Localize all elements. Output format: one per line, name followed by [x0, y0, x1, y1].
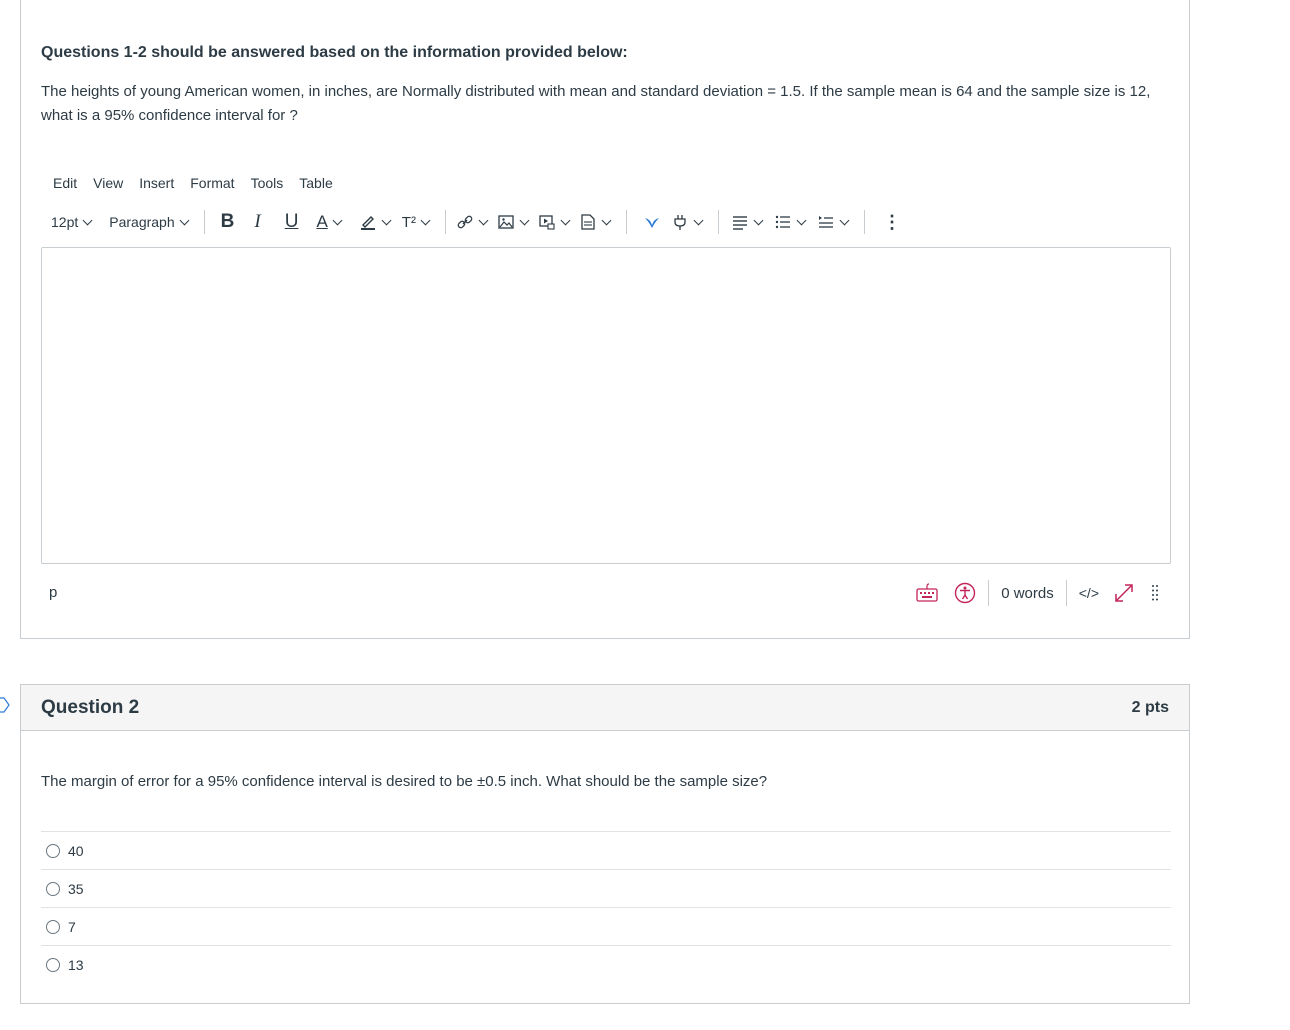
align-button[interactable]: [731, 213, 768, 231]
text-color-button[interactable]: A: [316, 212, 346, 232]
toolbar-divider: [863, 210, 865, 234]
toolbar-divider: [625, 210, 627, 234]
answer-label[interactable]: 35: [68, 881, 84, 897]
expand-icon: [1115, 584, 1133, 602]
statusbar-divider: [988, 580, 990, 606]
fullscreen-button[interactable]: [1113, 582, 1135, 604]
question-intro: Questions 1-2 should be answered based o…: [41, 44, 628, 61]
chevron-down-icon: [753, 215, 764, 225]
answer-list: 40 35 7 13: [41, 831, 1171, 983]
bullet-list-icon: [775, 215, 790, 229]
block-format-select[interactable]: Paragraph: [109, 214, 193, 230]
menu-view[interactable]: View: [93, 175, 123, 191]
editor-toolbar: 12pt Paragraph B I U A T² ⋮: [51, 208, 901, 236]
chevron-down-icon: [420, 215, 431, 225]
menu-format[interactable]: Format: [190, 175, 234, 191]
radio-button[interactable]: [46, 843, 60, 858]
question-header: Question 2 2 pts: [21, 685, 1189, 731]
chevron-down-icon: [82, 215, 93, 225]
menu-tools[interactable]: Tools: [251, 175, 284, 191]
radio-button[interactable]: [46, 919, 60, 934]
chevron-down-icon: [601, 215, 612, 225]
html-editor-toggle[interactable]: </>: [1079, 585, 1099, 601]
toolbar-divider: [717, 210, 719, 234]
document-icon: [581, 214, 595, 230]
statusbar-divider: [1065, 580, 1067, 606]
chevron-down-icon: [839, 215, 850, 225]
image-icon: [498, 215, 514, 229]
chevron-down-icon: [381, 215, 392, 225]
chevron-down-icon: [478, 215, 489, 225]
chevron-down-icon: [332, 215, 343, 225]
menu-edit[interactable]: Edit: [53, 175, 77, 191]
highlighter-icon: [360, 216, 375, 230]
plug-icon: [674, 215, 686, 230]
answer-option[interactable]: 35: [41, 869, 1171, 907]
radio-button[interactable]: [46, 957, 60, 972]
answer-label[interactable]: 13: [68, 957, 84, 973]
text-color-icon: A: [316, 212, 328, 231]
resize-handle[interactable]: [1151, 583, 1159, 603]
bird-icon: [644, 218, 659, 228]
drag-handle-icon: [1152, 585, 1158, 601]
toolbar-divider: [203, 210, 205, 234]
bullet-list-button[interactable]: [774, 213, 811, 231]
question-text: The heights of young American women, in …: [41, 83, 1151, 124]
question-2-card: Question 2 2 pts The margin of error for…: [20, 684, 1190, 1004]
accessibility-icon: [955, 582, 976, 604]
align-icon: [732, 216, 747, 230]
keyboard-shortcuts-button[interactable]: [916, 583, 938, 603]
chevron-down-icon: [519, 215, 530, 225]
plugin-button[interactable]: [671, 213, 708, 231]
word-count[interactable]: 0 words: [1001, 585, 1054, 602]
document-button[interactable]: [579, 213, 616, 231]
menu-table[interactable]: Table: [299, 175, 332, 191]
link-button[interactable]: [456, 213, 493, 231]
underline-icon: U: [284, 211, 299, 232]
answer-label[interactable]: 40: [68, 843, 84, 859]
rich-text-editor-area[interactable]: [41, 247, 1171, 564]
apps-button[interactable]: [643, 213, 661, 231]
superscript-icon: T²: [401, 213, 416, 231]
editor-statusbar: 0 words </>: [916, 579, 1159, 607]
menu-insert[interactable]: Insert: [139, 175, 174, 191]
italic-icon: I: [254, 211, 261, 232]
media-icon: [539, 215, 555, 230]
chevron-down-icon: [560, 215, 571, 225]
current-question-marker-icon: [0, 697, 10, 713]
chevron-down-icon: [796, 215, 807, 225]
font-size-select[interactable]: 12pt: [51, 214, 97, 230]
answer-option[interactable]: 40: [41, 831, 1171, 869]
answer-option[interactable]: 13: [41, 945, 1171, 983]
more-options-button[interactable]: ⋮: [883, 212, 901, 233]
block-format-value: Paragraph: [109, 214, 175, 230]
bold-button[interactable]: B: [221, 211, 235, 233]
indent-button[interactable]: [817, 213, 854, 231]
radio-button[interactable]: [46, 881, 60, 896]
more-vertical-icon: ⋮: [882, 211, 901, 232]
indent-icon: [818, 216, 833, 228]
italic-button[interactable]: I: [254, 211, 260, 233]
answer-label[interactable]: 7: [68, 919, 76, 935]
chevron-down-icon: [179, 215, 190, 225]
bold-icon: B: [220, 211, 235, 232]
element-path[interactable]: p: [49, 584, 57, 601]
answer-option[interactable]: 7: [41, 907, 1171, 945]
superscript-button[interactable]: T²: [402, 214, 435, 231]
chevron-down-icon: [693, 215, 704, 225]
link-icon: [457, 215, 473, 229]
toolbar-divider: [444, 210, 446, 234]
question-text: The margin of error for a 95% confidence…: [41, 773, 768, 790]
media-button[interactable]: [538, 213, 575, 231]
keyboard-icon: [916, 583, 938, 602]
editor-menubar: Edit View Insert Format Tools Table: [53, 175, 349, 191]
accessibility-checker-button[interactable]: [954, 582, 976, 604]
underline-button[interactable]: U: [285, 211, 299, 233]
highlight-color-button[interactable]: [359, 213, 396, 231]
question-points: 2 pts: [1131, 698, 1169, 716]
question-1-card: Questions 1-2 should be answered based o…: [20, 0, 1190, 639]
font-size-value: 12pt: [51, 214, 79, 230]
question-title: Question 2: [41, 696, 140, 718]
image-button[interactable]: [497, 213, 534, 231]
